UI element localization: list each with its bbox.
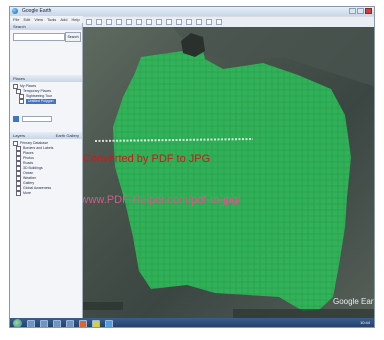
menu-view[interactable]: View — [34, 17, 43, 22]
urban-texture — [113, 41, 351, 311]
watermark-text: Converted by PDF to JPG — [83, 153, 211, 165]
tree-item[interactable]: More — [13, 191, 53, 196]
search-input[interactable] — [13, 33, 65, 41]
menu-tools[interactable]: Tools — [47, 17, 56, 22]
map-view[interactable]: Converted by PDF to JPG http://www.PDF-H… — [83, 27, 374, 318]
layers-tree: Primary Database Borders and Labels Plac… — [13, 141, 53, 196]
save-image-icon[interactable] — [206, 19, 212, 25]
search-button[interactable]: Search — [65, 32, 81, 42]
path-icon[interactable] — [116, 19, 122, 25]
menu-help[interactable]: Help — [71, 17, 79, 22]
close-button[interactable] — [365, 8, 372, 14]
browser-icon[interactable] — [66, 319, 74, 327]
tree-item-label: More — [23, 191, 31, 195]
planet-icon[interactable] — [166, 19, 172, 25]
places-panel-header[interactable]: Places — [10, 75, 82, 82]
tour-icon[interactable] — [136, 19, 142, 25]
window-title: Google Earth — [22, 8, 52, 14]
title-bar: Google Earth — [10, 7, 374, 16]
email-icon[interactable] — [186, 19, 192, 25]
taskbar: 10:44 — [10, 318, 374, 327]
menu-edit[interactable]: Edit — [23, 17, 30, 22]
clock[interactable]: 10:44 — [360, 320, 370, 325]
google-earth-icon — [12, 8, 18, 14]
folder-icon[interactable] — [53, 319, 61, 327]
add-content-icon[interactable] — [13, 116, 19, 122]
app-icon[interactable] — [92, 319, 100, 327]
tree-item[interactable]: Untitled Polygon — [13, 99, 56, 104]
sidebar-toggle-icon[interactable] — [86, 19, 92, 25]
places-tree: My Places Temporary Places Sightseeing T… — [13, 84, 56, 104]
system-tray: 10:44 — [360, 320, 370, 325]
sidebar: Search Search Places My Places Temporary… — [10, 23, 83, 318]
status-bar — [83, 302, 123, 310]
maps-icon[interactable] — [216, 19, 222, 25]
explorer-icon[interactable] — [27, 319, 35, 327]
overlay-icon[interactable] — [126, 19, 132, 25]
google-earth-taskbar-icon[interactable] — [105, 319, 113, 327]
google-earth-logo: Google Earth — [333, 297, 374, 306]
sun-icon[interactable] — [156, 19, 162, 25]
history-icon[interactable] — [146, 19, 152, 25]
watermark-url: http://www.PDF-Helper.com/pdf-to-jpg/ — [83, 194, 241, 206]
layers-title: Layers — [13, 133, 26, 138]
minimize-button[interactable] — [349, 8, 356, 14]
start-button[interactable] — [13, 319, 22, 327]
coordinate-bar — [233, 309, 374, 318]
checkbox-icon[interactable] — [16, 191, 21, 196]
map-canvas — [83, 27, 374, 318]
placemark-icon[interactable] — [96, 19, 102, 25]
print-icon[interactable] — [196, 19, 202, 25]
checkbox-icon[interactable] — [19, 99, 24, 104]
window-controls — [349, 8, 372, 14]
tree-item-label: Untitled Polygon — [26, 99, 56, 104]
places-search-input[interactable] — [22, 116, 52, 122]
menu-file[interactable]: File — [13, 17, 19, 22]
earth-gallery-link[interactable]: Earth Gallery — [56, 132, 79, 139]
menu-bar: File Edit View Tools Add Help — [10, 16, 83, 23]
app-icon[interactable] — [79, 319, 87, 327]
toolbar — [82, 17, 374, 27]
ruler-icon[interactable] — [176, 19, 182, 25]
media-player-icon[interactable] — [40, 319, 48, 327]
layers-panel-header[interactable]: Layers Earth Gallery — [10, 132, 82, 139]
maximize-button[interactable] — [357, 8, 364, 14]
polygon-icon[interactable] — [106, 19, 112, 25]
search-panel-header[interactable]: Search — [10, 23, 82, 30]
screen: Google Earth File Edit View Tools Add He… — [9, 6, 375, 328]
menu-add[interactable]: Add — [60, 17, 67, 22]
